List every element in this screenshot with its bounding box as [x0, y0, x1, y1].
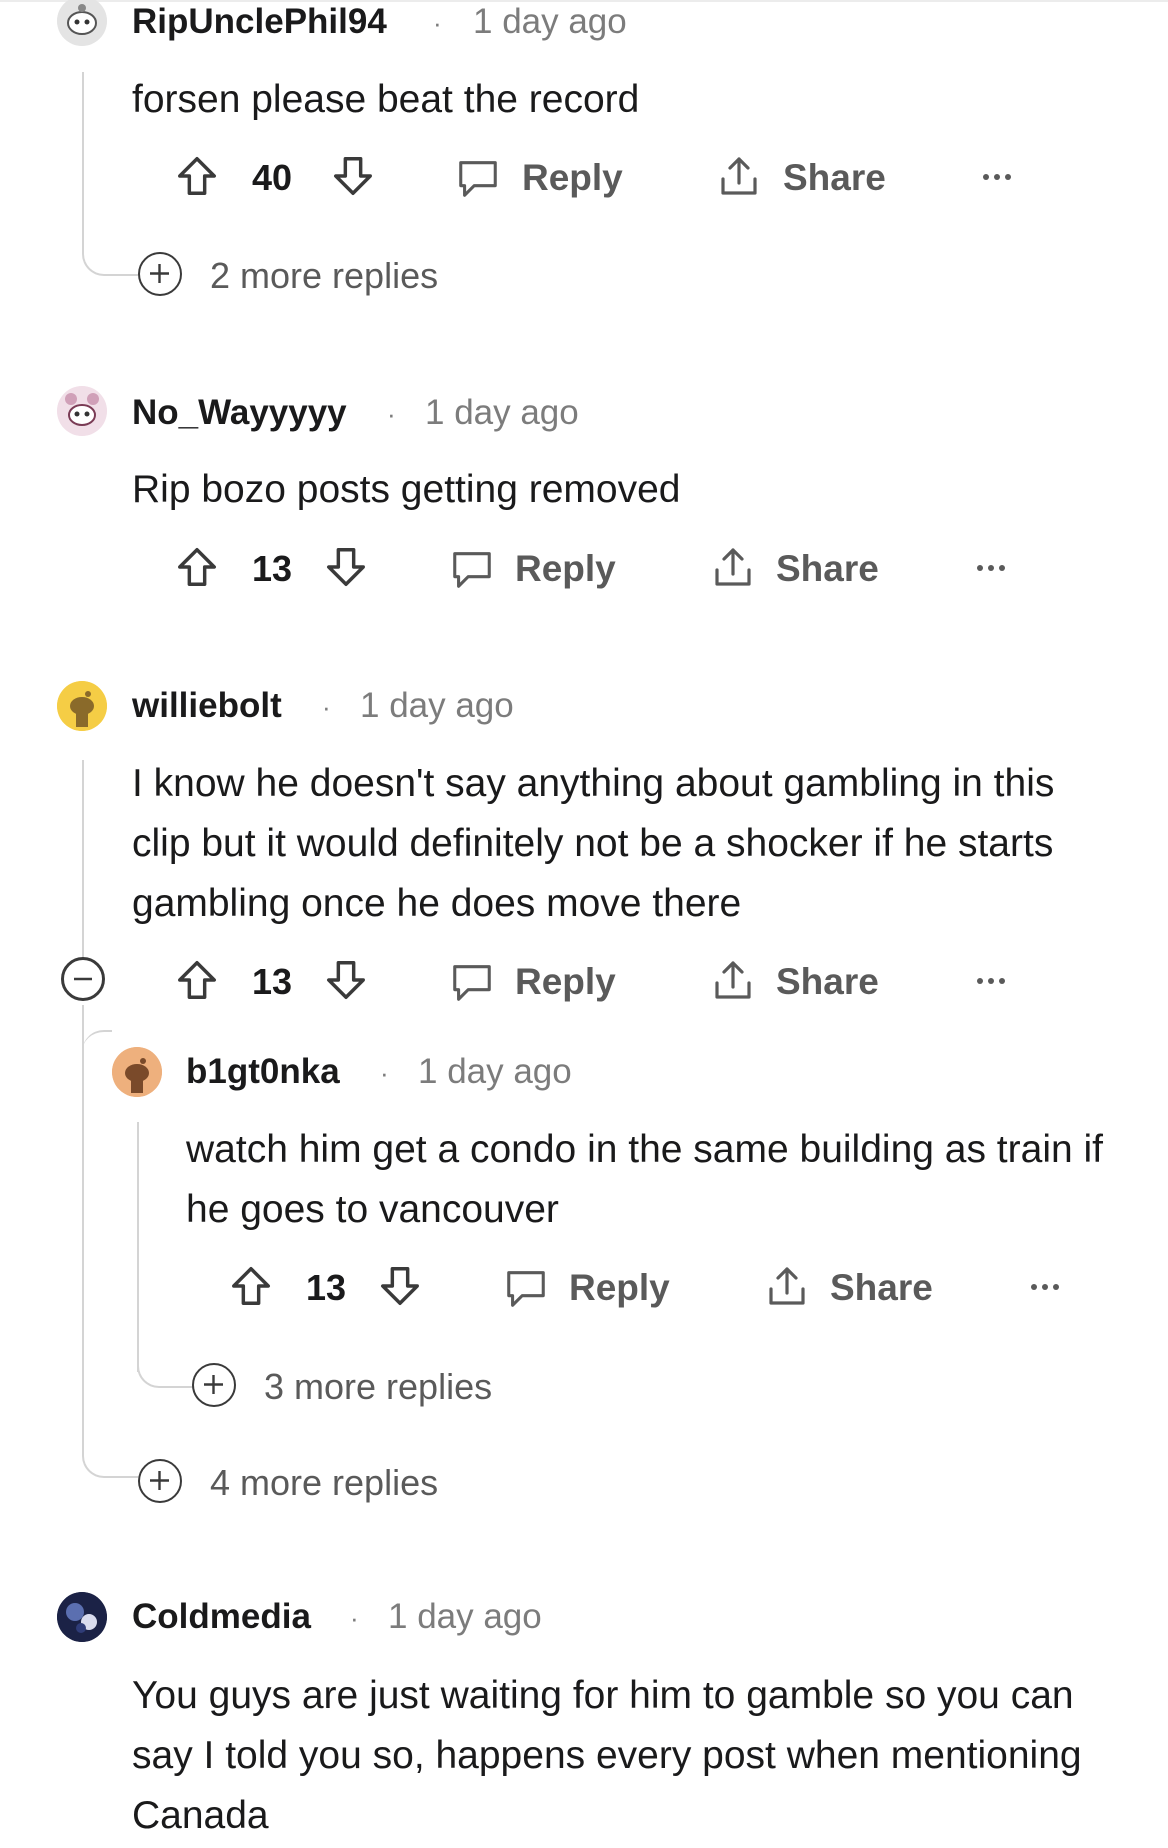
comment-timestamp[interactable]: 1 day ago	[418, 1052, 572, 1092]
meta-separator: ·	[322, 692, 331, 722]
avatar[interactable]	[57, 386, 107, 436]
share-icon[interactable]	[715, 153, 763, 201]
thread-curve	[137, 1356, 193, 1388]
expand-replies-icon[interactable]	[138, 1459, 182, 1503]
reply-button[interactable]: Reply	[515, 548, 616, 590]
meta-separator: ·	[387, 399, 396, 429]
reply-button[interactable]: Reply	[515, 961, 616, 1003]
thread-curve	[82, 1440, 138, 1478]
comment-body: Rip bozo posts getting removed	[132, 468, 681, 511]
thread-curve	[82, 240, 138, 276]
more-replies-link[interactable]: 2 more replies	[210, 255, 438, 297]
meta-separator: ·	[433, 8, 442, 38]
upvote-icon[interactable]	[174, 957, 220, 1003]
comment-body: watch him get a condo in the same buildi…	[186, 1128, 1104, 1231]
vote-count: 13	[252, 961, 293, 1002]
upvote-icon[interactable]	[228, 1263, 274, 1309]
more-replies-link[interactable]: 3 more replies	[264, 1366, 492, 1408]
vote-count: 13	[306, 1267, 347, 1308]
share-button[interactable]: Share	[783, 157, 886, 199]
comment-body: I know he doesn't say anything about gam…	[132, 762, 1055, 925]
reply-icon[interactable]	[449, 546, 495, 592]
reply-icon[interactable]	[449, 959, 495, 1005]
downvote-icon[interactable]	[323, 544, 369, 590]
more-options-icon[interactable]	[1028, 1275, 1062, 1299]
comment-author[interactable]: williebolt	[132, 686, 282, 726]
share-button[interactable]: Share	[776, 961, 879, 1003]
reply-icon[interactable]	[503, 1265, 549, 1311]
comment-body: forsen please beat the record	[132, 78, 640, 121]
downvote-icon[interactable]	[377, 1263, 423, 1309]
share-icon[interactable]	[763, 1263, 811, 1311]
expand-replies-icon[interactable]	[192, 1363, 236, 1407]
reply-button[interactable]: Reply	[522, 157, 623, 199]
meta-separator: ·	[380, 1058, 389, 1088]
vote-count: 13	[252, 548, 293, 589]
more-replies-link[interactable]: 4 more replies	[210, 1462, 438, 1504]
comment-timestamp[interactable]: 1 day ago	[360, 686, 514, 726]
thread-line[interactable]	[82, 72, 84, 252]
comment-timestamp[interactable]: 1 day ago	[388, 1597, 542, 1637]
thread-line[interactable]	[137, 1122, 139, 1372]
share-icon[interactable]	[709, 957, 757, 1005]
collapse-thread-icon[interactable]	[61, 957, 105, 1001]
more-options-icon[interactable]	[974, 969, 1008, 993]
avatar[interactable]	[57, 1592, 107, 1642]
share-button[interactable]: Share	[830, 1267, 933, 1309]
share-icon[interactable]	[709, 544, 757, 592]
comment-timestamp[interactable]: 1 day ago	[473, 2, 627, 42]
comment-timestamp[interactable]: 1 day ago	[425, 393, 579, 433]
avatar[interactable]	[57, 0, 107, 46]
comment-author[interactable]: b1gt0nka	[186, 1052, 340, 1092]
vote-count: 40	[252, 157, 293, 198]
thread-curve	[82, 1030, 112, 1078]
expand-replies-icon[interactable]	[138, 252, 182, 296]
reply-icon[interactable]	[455, 155, 501, 201]
reply-button[interactable]: Reply	[569, 1267, 670, 1309]
comment-author[interactable]: RipUnclePhil94	[132, 2, 387, 42]
comment-body: You guys are just waiting for him to gam…	[132, 1674, 1082, 1837]
more-options-icon[interactable]	[980, 165, 1014, 189]
comment-author[interactable]: No_Wayyyyy	[132, 393, 347, 433]
upvote-icon[interactable]	[174, 153, 220, 199]
more-options-icon[interactable]	[974, 556, 1008, 580]
meta-separator: ·	[350, 1603, 359, 1633]
thread-line[interactable]	[82, 760, 84, 965]
downvote-icon[interactable]	[323, 957, 369, 1003]
avatar[interactable]	[57, 681, 107, 731]
share-button[interactable]: Share	[776, 548, 879, 590]
avatar[interactable]	[112, 1047, 162, 1097]
downvote-icon[interactable]	[330, 153, 376, 199]
upvote-icon[interactable]	[174, 544, 220, 590]
comment-author[interactable]: Coldmedia	[132, 1597, 311, 1637]
